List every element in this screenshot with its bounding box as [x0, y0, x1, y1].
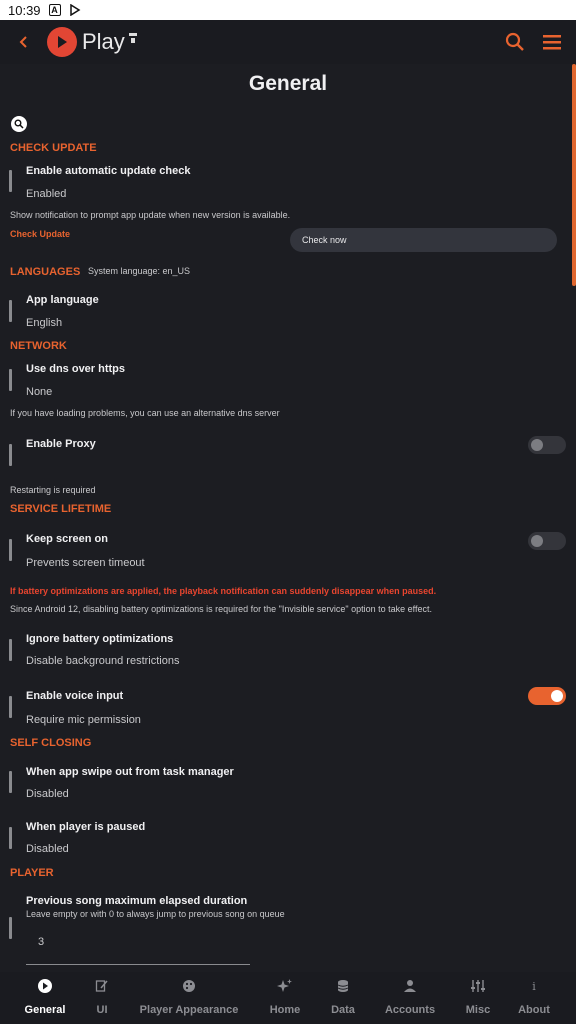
toggle-knob — [531, 535, 543, 547]
play-logo-icon — [37, 978, 53, 994]
nav-label: Data — [331, 1004, 355, 1016]
section-player: PLAYER — [10, 867, 54, 879]
hamburger-menu-icon — [543, 35, 561, 50]
nav-label: Misc — [465, 1004, 491, 1016]
keep-screen-title[interactable]: Keep screen on — [26, 533, 108, 545]
auto-update-note: Show notification to prompt app update w… — [10, 210, 291, 220]
item-indicator — [9, 444, 12, 466]
item-indicator — [9, 696, 12, 718]
battery-title[interactable]: Ignore battery optimizations — [26, 633, 173, 645]
menu-button[interactable] — [541, 32, 563, 52]
nav-label: General — [24, 1004, 66, 1016]
back-button[interactable] — [10, 28, 38, 56]
keep-screen-toggle[interactable] — [528, 532, 566, 550]
paused-value[interactable]: Disabled — [26, 843, 69, 855]
nav-label: UI — [96, 1004, 108, 1016]
database-icon — [335, 978, 351, 994]
swipe-out-title[interactable]: When app swipe out from task manager — [26, 766, 234, 778]
item-indicator — [9, 170, 12, 192]
page-title: General — [248, 72, 328, 95]
check-update-label: Check Update — [10, 229, 71, 239]
keep-screen-sub[interactable]: Prevents screen timeout — [26, 557, 145, 569]
nav-about[interactable]: i About — [514, 972, 554, 1024]
nav-label: Player Appearance — [139, 1004, 239, 1016]
person-icon — [402, 978, 418, 994]
item-indicator — [9, 771, 12, 793]
proxy-note: Restarting is required — [10, 485, 96, 495]
nav-data[interactable]: Data — [326, 972, 360, 1024]
status-time: 10:39 — [8, 2, 41, 18]
nav-label: About — [518, 1004, 550, 1016]
top-app-bar: Play — [0, 20, 576, 64]
search-button[interactable] — [503, 30, 527, 54]
dns-value[interactable]: None — [26, 386, 52, 398]
item-indicator — [9, 539, 12, 561]
item-indicator — [9, 369, 12, 391]
system-language: System language: en_US — [88, 266, 191, 276]
settings-search-button[interactable] — [11, 116, 27, 132]
nav-home[interactable]: Home — [265, 972, 305, 1024]
search-icon — [505, 32, 524, 51]
proxy-title[interactable]: Enable Proxy — [26, 438, 96, 450]
swipe-out-value[interactable]: Disabled — [26, 788, 69, 800]
item-indicator — [9, 827, 12, 849]
sparkle-icon — [277, 978, 293, 994]
app-language-value[interactable]: English — [26, 317, 62, 329]
section-network: NETWORK — [10, 340, 67, 352]
app-language-title[interactable]: App language — [26, 294, 99, 306]
nav-label: Home — [269, 1004, 301, 1016]
section-languages: LANGUAGES — [10, 266, 81, 278]
settings-content[interactable]: General CHECK UPDATE Enable automatic up… — [0, 64, 576, 972]
voice-input-sub[interactable]: Require mic permission — [26, 714, 141, 726]
voice-input-title[interactable]: Enable voice input — [26, 690, 123, 702]
nav-player-appearance[interactable]: Player Appearance — [134, 972, 244, 1024]
auto-update-title[interactable]: Enable automatic update check — [26, 165, 190, 177]
app-name: Play — [82, 29, 125, 54]
item-indicator — [9, 639, 12, 661]
bottom-navigation: General UI Player Appearance Home Data A… — [0, 972, 576, 1024]
dns-note: If you have loading problems, you can us… — [10, 408, 280, 418]
sliders-icon — [470, 978, 486, 994]
voice-input-toggle[interactable] — [528, 687, 566, 705]
nav-accounts[interactable]: Accounts — [380, 972, 440, 1024]
battery-note: Since Android 12, disabling battery opti… — [10, 604, 432, 614]
prev-song-input[interactable]: 3 — [38, 936, 44, 948]
nav-ui[interactable]: UI — [88, 972, 116, 1024]
nav-label: Accounts — [384, 1004, 436, 1016]
chevron-left-icon — [19, 36, 27, 48]
paused-title[interactable]: When player is paused — [26, 821, 145, 833]
info-icon: i — [532, 979, 536, 993]
nav-misc[interactable]: Misc — [460, 972, 496, 1024]
status-bar: 10:39 A — [0, 0, 576, 20]
play-store-icon — [69, 4, 81, 16]
dns-title[interactable]: Use dns over https — [26, 363, 125, 375]
section-service-lifetime: SERVICE LIFETIME — [10, 503, 112, 515]
brush-icon — [94, 978, 110, 994]
scrollbar[interactable] — [572, 64, 576, 286]
prev-song-title: Previous song maximum elapsed duration — [26, 895, 248, 907]
battery-sub[interactable]: Disable background restrictions — [26, 655, 179, 667]
palette-icon — [181, 978, 197, 994]
app-logo-icon — [47, 27, 77, 57]
auto-update-value[interactable]: Enabled — [26, 188, 66, 200]
nav-general[interactable]: General — [22, 972, 68, 1024]
section-check-update: CHECK UPDATE — [10, 142, 97, 154]
prev-song-hint: Leave empty or with 0 to always jump to … — [26, 909, 285, 919]
toggle-knob — [551, 690, 563, 702]
notification-a-icon: A — [48, 4, 61, 16]
cast-icon — [128, 32, 138, 46]
input-underline — [26, 964, 250, 965]
search-icon — [14, 119, 24, 129]
item-indicator — [9, 300, 12, 322]
battery-warning: If battery optimizations are applied, th… — [10, 586, 437, 596]
section-self-closing: SELF CLOSING — [10, 737, 92, 749]
check-now-button[interactable]: Check now — [290, 228, 557, 252]
item-indicator — [9, 917, 12, 939]
toggle-knob — [531, 439, 543, 451]
proxy-toggle[interactable] — [528, 436, 566, 454]
